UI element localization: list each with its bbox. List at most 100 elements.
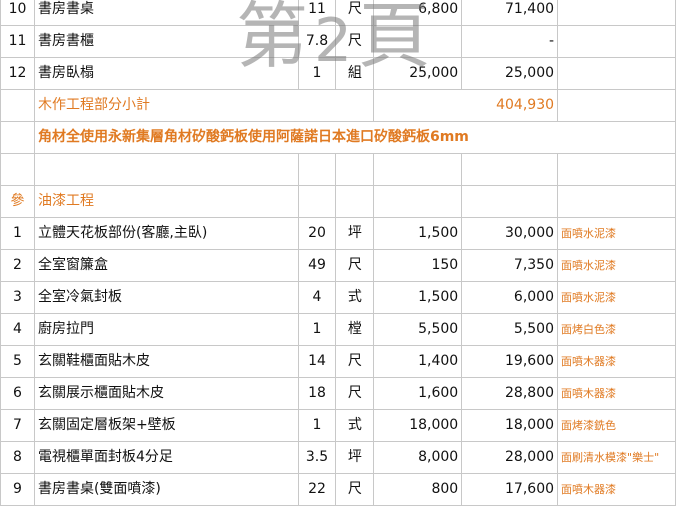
price-cell[interactable]: 1,600 bbox=[373, 377, 463, 410]
item-cell[interactable]: 玄關展示櫃面貼木皮 bbox=[33, 377, 299, 410]
item-cell[interactable]: 書房書桌 bbox=[33, 0, 299, 26]
note-cell[interactable]: 面噴木器漆 bbox=[557, 377, 676, 410]
item-cell[interactable]: 玄關固定層板架+壁板 bbox=[33, 409, 299, 442]
total-cell[interactable]: 6,000 bbox=[461, 281, 559, 314]
qty-cell[interactable]: 1 bbox=[297, 313, 337, 346]
note-cell[interactable]: 面噴木器漆 bbox=[557, 345, 676, 378]
note-cell[interactable]: 面噴木器漆 bbox=[557, 473, 676, 506]
price-cell[interactable]: 1,500 bbox=[373, 217, 463, 250]
qty-cell[interactable]: 20 bbox=[297, 217, 337, 250]
table-row[interactable]: 12 書房臥榻 1 組 25,000 25,000 bbox=[0, 57, 676, 90]
unit-cell[interactable]: 尺 bbox=[335, 249, 375, 282]
item-cell[interactable]: 全室窗簾盒 bbox=[33, 249, 299, 282]
unit-cell[interactable]: 尺 bbox=[335, 25, 375, 58]
total-cell[interactable]: 17,600 bbox=[461, 473, 559, 506]
total-cell[interactable]: - bbox=[461, 25, 559, 58]
price-cell[interactable]: 8,000 bbox=[373, 441, 463, 474]
total-cell[interactable]: 28,800 bbox=[461, 377, 559, 410]
price-cell[interactable] bbox=[373, 25, 463, 58]
qty-cell[interactable]: 1 bbox=[297, 57, 337, 90]
price-cell[interactable]: 5,500 bbox=[373, 313, 463, 346]
empty-cell[interactable] bbox=[373, 153, 463, 186]
note-cell[interactable]: 面刷清水模漆"樂士" bbox=[557, 441, 676, 474]
material-note-row[interactable]: 角材全使用永新集層角材矽酸鈣板使用阿薩諾日本進口矽酸鈣板6mm bbox=[0, 121, 676, 154]
price-cell[interactable]: 800 bbox=[373, 473, 463, 506]
empty-cell[interactable] bbox=[0, 153, 35, 186]
row-number[interactable]: 10 bbox=[0, 0, 35, 26]
table-row[interactable]: 9 書房書桌(雙面噴漆) 22 尺 800 17,600 面噴木器漆 bbox=[0, 473, 676, 506]
total-cell[interactable]: 7,350 bbox=[461, 249, 559, 282]
unit-cell[interactable]: 組 bbox=[335, 57, 375, 90]
price-cell[interactable]: 150 bbox=[373, 249, 463, 282]
subtotal-row[interactable]: 木作工程部分小計 404,930 bbox=[0, 89, 676, 122]
table-row[interactable]: 1 立體天花板部份(客廳,主臥) 20 坪 1,500 30,000 面噴水泥漆 bbox=[0, 217, 676, 250]
unit-cell[interactable]: 尺 bbox=[335, 0, 375, 26]
note-cell[interactable]: 面烤漆銑色 bbox=[557, 409, 676, 442]
row-number[interactable]: 5 bbox=[0, 345, 35, 378]
total-cell[interactable]: 28,000 bbox=[461, 441, 559, 474]
row-number[interactable]: 11 bbox=[0, 25, 35, 58]
empty-cell[interactable] bbox=[373, 185, 463, 218]
table-row[interactable]: 6 玄關展示櫃面貼木皮 18 尺 1,600 28,800 面噴木器漆 bbox=[0, 377, 676, 410]
empty-cell[interactable] bbox=[297, 153, 337, 186]
table-row[interactable]: 8 電視櫃單面封板4分足 3.5 坪 8,000 28,000 面刷清水模漆"樂士" bbox=[0, 441, 676, 474]
row-number[interactable] bbox=[0, 89, 35, 122]
qty-cell[interactable]: 4 bbox=[297, 281, 337, 314]
table-row[interactable]: 2 全室窗簾盒 49 尺 150 7,350 面噴水泥漆 bbox=[0, 249, 676, 282]
qty-cell[interactable]: 18 bbox=[297, 377, 337, 410]
row-number[interactable]: 12 bbox=[0, 57, 35, 90]
empty-cell[interactable] bbox=[335, 185, 375, 218]
note-cell[interactable]: 面噴水泥漆 bbox=[557, 217, 676, 250]
subtotal-value[interactable]: 404,930 bbox=[373, 89, 559, 122]
unit-cell[interactable]: 坪 bbox=[335, 217, 375, 250]
total-cell[interactable]: 71,400 bbox=[461, 0, 559, 26]
unit-cell[interactable]: 尺 bbox=[335, 377, 375, 410]
price-cell[interactable]: 25,000 bbox=[373, 57, 463, 90]
section-number[interactable]: 參 bbox=[0, 185, 35, 218]
note-cell[interactable] bbox=[557, 89, 676, 122]
row-number[interactable]: 6 bbox=[0, 377, 35, 410]
qty-cell[interactable]: 49 bbox=[297, 249, 337, 282]
note-cell[interactable] bbox=[557, 57, 676, 90]
qty-cell[interactable]: 11 bbox=[297, 0, 337, 26]
row-number[interactable]: 4 bbox=[0, 313, 35, 346]
note-cell[interactable]: 面噴水泥漆 bbox=[557, 281, 676, 314]
row-number[interactable]: 7 bbox=[0, 409, 35, 442]
qty-cell[interactable]: 3.5 bbox=[297, 441, 337, 474]
total-cell[interactable]: 18,000 bbox=[461, 409, 559, 442]
note-cell[interactable]: 面烤白色漆 bbox=[557, 313, 676, 346]
table-row[interactable]: 4 廚房拉門 1 樘 5,500 5,500 面烤白色漆 bbox=[0, 313, 676, 346]
section-title[interactable]: 油漆工程 bbox=[33, 185, 299, 218]
item-cell[interactable]: 立體天花板部份(客廳,主臥) bbox=[33, 217, 299, 250]
row-number[interactable]: 2 bbox=[0, 249, 35, 282]
empty-cell[interactable] bbox=[461, 185, 559, 218]
total-cell[interactable]: 19,600 bbox=[461, 345, 559, 378]
table-row[interactable]: 11 書房書櫃 7.8 尺 - bbox=[0, 25, 676, 58]
row-number[interactable]: 1 bbox=[0, 217, 35, 250]
table-row[interactable]: 3 全室冷氣封板 4 式 1,500 6,000 面噴水泥漆 bbox=[0, 281, 676, 314]
item-cell[interactable]: 廚房拉門 bbox=[33, 313, 299, 346]
row-number[interactable] bbox=[0, 121, 35, 154]
price-cell[interactable]: 1,500 bbox=[373, 281, 463, 314]
total-cell[interactable]: 5,500 bbox=[461, 313, 559, 346]
item-cell[interactable]: 書房臥榻 bbox=[33, 57, 299, 90]
empty-row[interactable] bbox=[0, 153, 676, 186]
empty-cell[interactable] bbox=[33, 153, 299, 186]
note-cell[interactable] bbox=[557, 0, 676, 26]
total-cell[interactable]: 25,000 bbox=[461, 57, 559, 90]
total-cell[interactable]: 30,000 bbox=[461, 217, 559, 250]
item-cell[interactable]: 書房書櫃 bbox=[33, 25, 299, 58]
price-cell[interactable]: 18,000 bbox=[373, 409, 463, 442]
section-header-row[interactable]: 參 油漆工程 bbox=[0, 185, 676, 218]
empty-cell[interactable] bbox=[557, 153, 676, 186]
unit-cell[interactable]: 式 bbox=[335, 281, 375, 314]
item-cell[interactable]: 電視櫃單面封板4分足 bbox=[33, 441, 299, 474]
qty-cell[interactable]: 7.8 bbox=[297, 25, 337, 58]
qty-cell[interactable]: 22 bbox=[297, 473, 337, 506]
row-number[interactable]: 9 bbox=[0, 473, 35, 506]
unit-cell[interactable]: 坪 bbox=[335, 441, 375, 474]
empty-cell[interactable] bbox=[557, 185, 676, 218]
item-cell[interactable]: 書房書桌(雙面噴漆) bbox=[33, 473, 299, 506]
empty-cell[interactable] bbox=[461, 153, 559, 186]
item-cell[interactable]: 玄關鞋櫃面貼木皮 bbox=[33, 345, 299, 378]
